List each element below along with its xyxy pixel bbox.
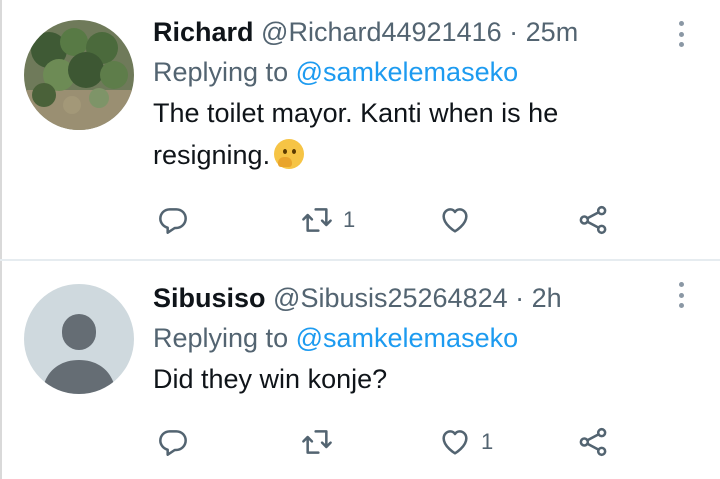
retweet-button[interactable]: 1 (301, 200, 355, 240)
tweet-divider (0, 259, 720, 261)
display-name[interactable]: Sibusiso (153, 283, 266, 313)
avatar[interactable] (24, 20, 134, 130)
retweet-icon (302, 208, 332, 232)
default-avatar-icon (24, 284, 134, 394)
mention-link[interactable]: @samkelemaseko (296, 323, 519, 353)
tweet-text: The toilet mayor. Kanti when is he resig… (153, 92, 660, 176)
separator-dot: · (515, 283, 525, 313)
like-button[interactable] (439, 200, 481, 240)
tweet-header: Richard @Richard44921416 · 25m (153, 12, 660, 52)
reply-icon (159, 430, 187, 456)
avatar[interactable] (24, 284, 134, 394)
tweet-content: Sibusiso @Sibusis25264824 · 2h Replying … (153, 278, 660, 400)
tweet-header: Sibusiso @Sibusis25264824 · 2h (153, 278, 660, 318)
tweet-content: Richard @Richard44921416 · 25m Replying … (153, 12, 660, 176)
more-options-icon[interactable] (678, 21, 684, 47)
share-icon (579, 205, 607, 235)
replying-label: Replying to (153, 57, 289, 87)
separator-dot: · (509, 17, 519, 47)
tweet-actions: 1 (153, 422, 623, 462)
timestamp[interactable]: 2h (532, 283, 562, 313)
tweet-body: The toilet mayor. Kanti when is he resig… (153, 98, 559, 170)
share-icon (579, 427, 607, 457)
share-button[interactable] (577, 422, 609, 462)
reply-icon (159, 208, 187, 234)
replying-to: Replying to @samkelemaseko (153, 52, 660, 92)
heart-icon (442, 208, 468, 233)
timestamp[interactable]: 25m (526, 17, 579, 47)
user-handle[interactable]: @Richard44921416 (261, 17, 502, 47)
retweet-count: 1 (343, 207, 356, 232)
more-options-icon[interactable] (678, 282, 684, 308)
share-button[interactable] (577, 200, 609, 240)
mention-link[interactable]: @samkelemaseko (296, 57, 519, 87)
retweet-button[interactable] (301, 422, 343, 462)
thinking-face-emoji-icon (274, 139, 305, 169)
tweet-actions: 1 (153, 200, 623, 240)
reply-button[interactable] (157, 200, 199, 240)
retweet-icon (302, 430, 332, 454)
replying-to: Replying to @samkelemaseko (153, 318, 660, 358)
tweet-richard[interactable]: Richard @Richard44921416 · 25m Replying … (0, 0, 720, 260)
replying-label: Replying to (153, 323, 289, 353)
tweet-text: Did they win konje? (153, 358, 660, 400)
user-handle[interactable]: @Sibusis25264824 (273, 283, 508, 313)
heart-icon (442, 430, 468, 455)
reply-button[interactable] (157, 422, 199, 462)
tweet-body: Did they win konje? (153, 364, 388, 394)
like-count: 1 (481, 429, 494, 454)
display-name[interactable]: Richard (153, 17, 254, 47)
avatar-photo (24, 20, 134, 130)
like-button[interactable]: 1 (439, 422, 493, 462)
tweet-sibusiso[interactable]: Sibusiso @Sibusis25264824 · 2h Replying … (0, 262, 720, 479)
